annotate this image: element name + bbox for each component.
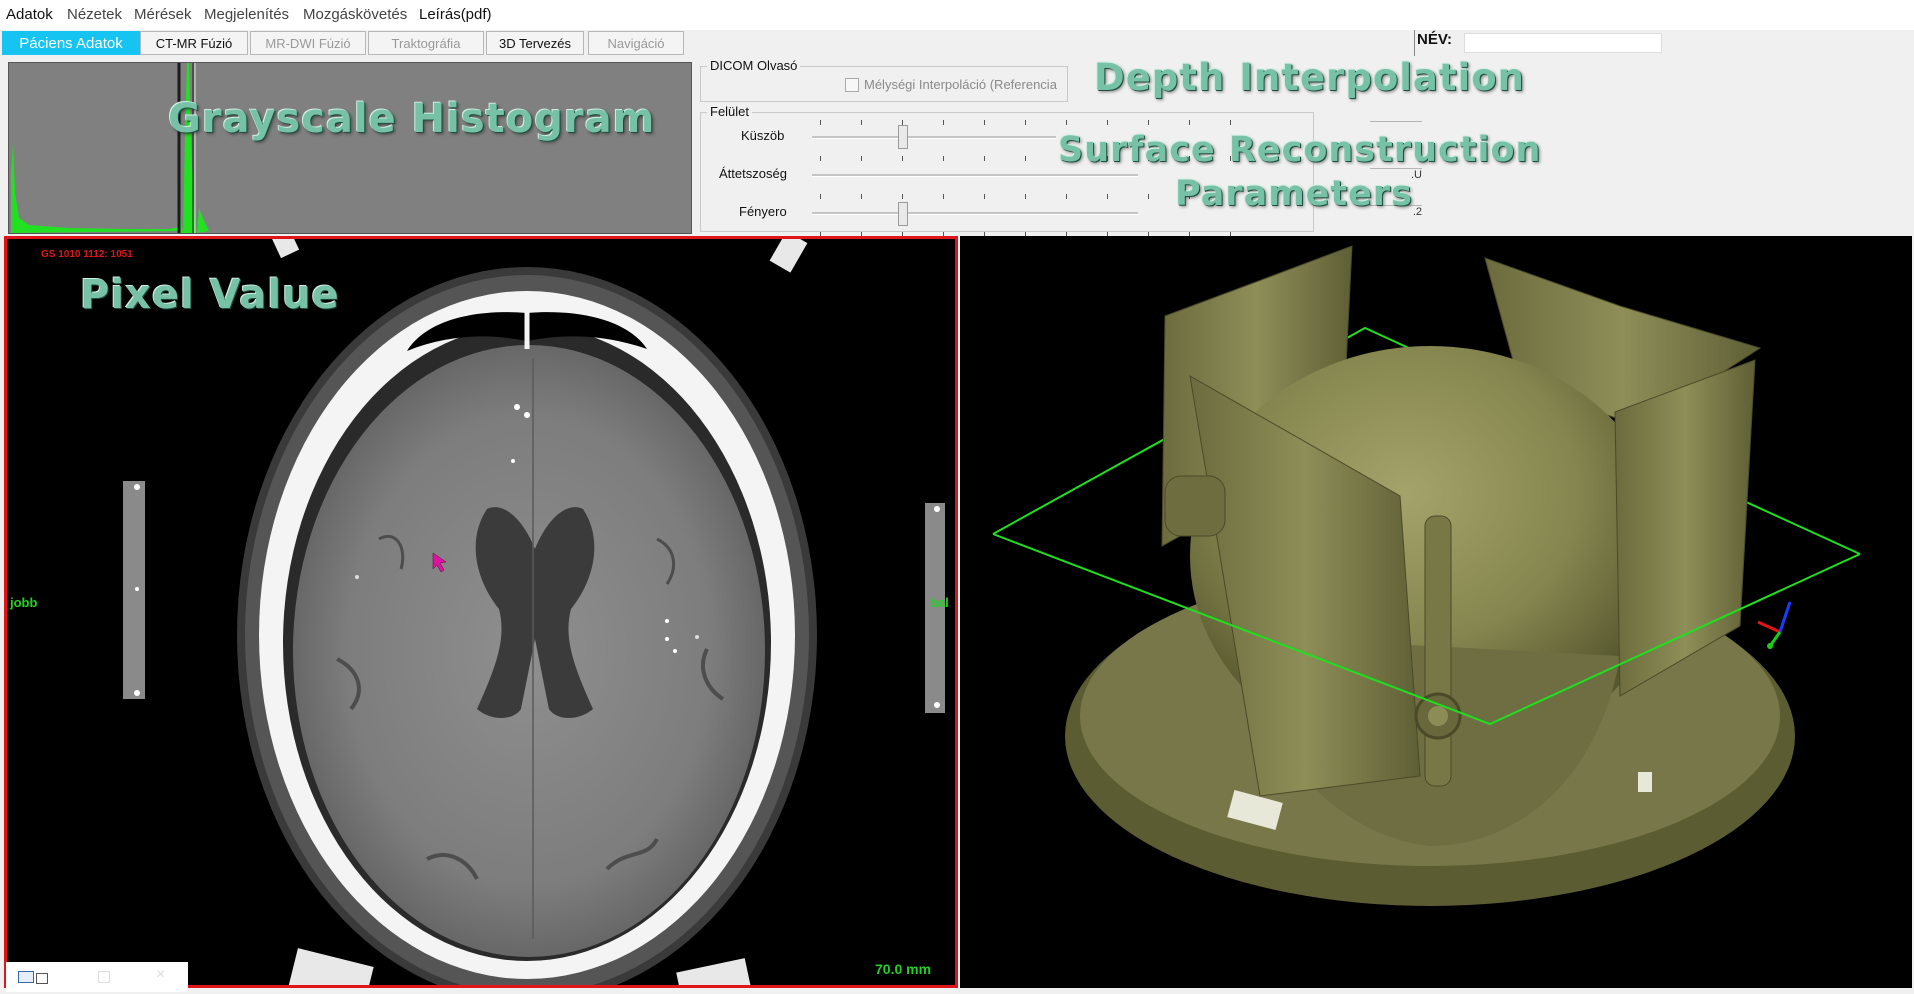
name-label: NÉV:: [1417, 31, 1453, 48]
slider-tick: [1230, 120, 1231, 125]
slider-tick: [1107, 120, 1108, 125]
slider-thumb-kuszob[interactable]: [898, 125, 908, 149]
pixel-value-readout: GS 1010 1112: 1051: [41, 249, 133, 260]
close-icon[interactable]: ×: [156, 966, 165, 984]
depth-interpolation-checkbox[interactable]: [845, 78, 859, 92]
slider-tick: [943, 156, 944, 161]
slider-tick: [861, 194, 862, 199]
tab-mr-dwi-fuzio[interactable]: MR-DWI Fúzió: [250, 31, 366, 55]
dicom-group-title: DICOM Olvasó: [707, 58, 801, 73]
slider-tick: [1066, 120, 1067, 125]
depth-interpolation-label: Mélységi Interpoláció (Referencia: [864, 77, 1057, 92]
slider-tick: [902, 120, 903, 125]
slider-tick: [984, 194, 985, 199]
slider-label-kuszob: Küszöb: [741, 128, 785, 143]
slider-tick: [943, 194, 944, 199]
ct-slice-image: [123, 239, 945, 985]
slider-tick: [1148, 120, 1149, 125]
slider-tick: [943, 120, 944, 125]
menu-item-leiras[interactable]: Leírás(pdf): [419, 6, 492, 23]
slider-tick: [902, 156, 903, 161]
overlay-depth-title: Depth Interpolation: [1094, 56, 1526, 99]
orientation-label-right: jobb: [10, 595, 38, 610]
overlay-surface-title-line2: Parameters: [1175, 174, 1413, 214]
overlay-pixel-value-title: Pixel Value: [80, 272, 340, 318]
3d-model-render: [992, 245, 1861, 906]
slider-tick: [861, 156, 862, 161]
slider-tick: [1066, 194, 1067, 199]
3d-render-view[interactable]: [960, 236, 1912, 988]
window-tile-icon[interactable]: [36, 973, 48, 984]
maximize-icon[interactable]: [98, 971, 110, 983]
slider-tick: [861, 120, 862, 125]
slider-tick: [1148, 194, 1149, 199]
ct-axial-view[interactable]: GS 1010 1112: 1051 jobb bal 70.0 mm: [4, 236, 958, 988]
slider-label-fenyero: Fényero: [739, 204, 787, 219]
slider-track-fenyero[interactable]: [812, 212, 1138, 215]
orientation-label-left: bal: [930, 595, 949, 610]
tab-3d-tervezes[interactable]: 3D Tervezés: [486, 31, 584, 55]
surface-group-title: Felület: [707, 104, 753, 119]
slider-track-kuszob[interactable]: [812, 136, 1056, 139]
menu-item-mozgaskovetes[interactable]: Mozgáskövetés: [303, 6, 407, 23]
tab-traktografia[interactable]: Traktográfia: [368, 31, 484, 55]
tab-ct-mr-fuzio[interactable]: CT-MR Fúzió: [140, 31, 248, 55]
slider-tick: [820, 120, 821, 125]
menu-item-meresek[interactable]: Mérések: [134, 6, 192, 23]
overlay-surface-title-line1: Surface Reconstruction: [1058, 130, 1542, 170]
slider-track-attetszoseg[interactable]: [812, 174, 1138, 177]
tab-navigacio[interactable]: Navigáció: [588, 31, 684, 55]
slider-tick: [1025, 156, 1026, 161]
scale-label: 70.0 mm: [875, 961, 932, 977]
slider-tick: [1189, 120, 1190, 125]
slider-thumb-fenyero[interactable]: [898, 202, 908, 226]
histogram-plot: [9, 63, 691, 233]
slider-tick: [984, 156, 985, 161]
menu-item-adatok[interactable]: Adatok: [6, 6, 53, 23]
menu-item-nezetek[interactable]: Nézetek: [67, 6, 122, 23]
slider-tick: [1107, 194, 1108, 199]
slider-tick: [1025, 120, 1026, 125]
slider-tick: [902, 194, 903, 199]
slider-label-attetszoseg: Áttetszoség: [719, 166, 787, 181]
grayscale-histogram: [8, 62, 692, 234]
window-restore-icon[interactable]: [18, 971, 34, 983]
slider-tick: [820, 194, 821, 199]
name-separator: [1414, 30, 1415, 56]
menu-bar: Adatok Nézetek Mérések Megjelenítés Mozg…: [0, 0, 1914, 31]
overlay-histogram-title: Grayscale Histogram: [168, 96, 656, 142]
slider-tick: [820, 156, 821, 161]
menu-item-megjelenites[interactable]: Megjelenítés: [204, 6, 289, 23]
slider-tick: [1025, 194, 1026, 199]
tab-paciens-adatok[interactable]: Páciens Adatok: [2, 31, 140, 55]
slider-tick: [984, 120, 985, 125]
name-field[interactable]: [1464, 33, 1662, 53]
mini-window-toolbar: ×: [6, 962, 188, 992]
